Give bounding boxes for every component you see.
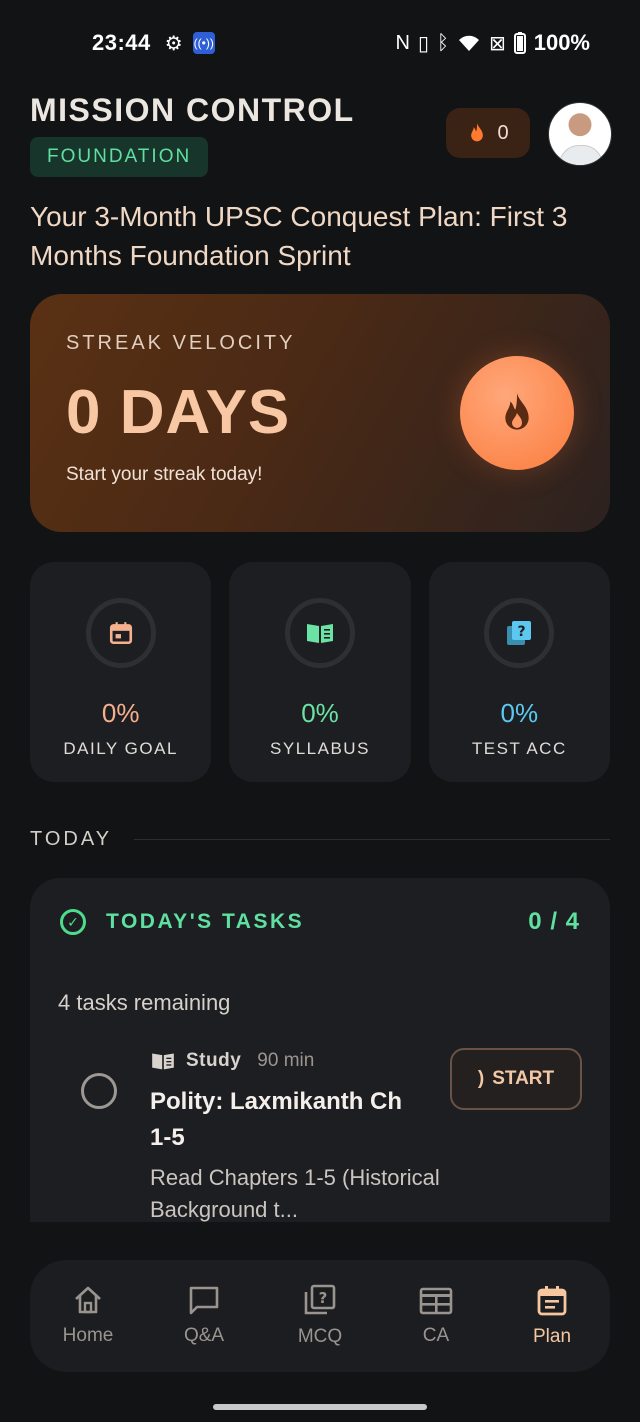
- gear-icon: ⚙: [164, 32, 183, 55]
- battery-percent: 100%: [533, 30, 590, 55]
- nfc-icon: N: [395, 31, 410, 54]
- nav-home[interactable]: Home: [30, 1285, 146, 1347]
- nav-qa[interactable]: Q&A: [146, 1285, 262, 1347]
- divider: [134, 839, 610, 840]
- home-icon: [75, 1286, 101, 1314]
- streak-chip[interactable]: 0: [446, 108, 530, 158]
- nav-label: CA: [422, 1325, 450, 1346]
- streak-count: 0: [497, 121, 509, 144]
- header: MISSION CONTROL FOUNDATION 0 Your 3-Mont…: [30, 92, 612, 275]
- quiz-icon: ?: [507, 621, 532, 645]
- data-off-icon: ⊠: [488, 32, 506, 55]
- fire-button[interactable]: [460, 356, 574, 470]
- bottom-nav: Home Q&A ? MCQ CA Plan: [30, 1260, 610, 1372]
- stat-label: DAILY GOAL: [63, 739, 178, 758]
- tasks-card: ✓ TODAY'S TASKS 0 / 4 4 tasks remaining …: [30, 878, 610, 1222]
- nav-plan[interactable]: Plan: [494, 1284, 610, 1348]
- book-icon: [152, 1053, 174, 1070]
- stat-ring: ?: [484, 598, 555, 668]
- nav-mcq[interactable]: ? MCQ: [262, 1284, 378, 1348]
- phase-badge: FOUNDATION: [30, 137, 209, 177]
- quiz-icon: ?: [304, 1284, 336, 1315]
- vibrate-icon: ▯: [417, 32, 429, 55]
- calendar-icon: [537, 1286, 567, 1316]
- task-name: Polity: Laxmikanth Ch 1-5: [150, 1088, 403, 1151]
- stat-value: 0%: [101, 698, 140, 728]
- start-task-button[interactable]: ) START: [450, 1048, 582, 1110]
- newspaper-icon: [419, 1287, 453, 1315]
- chat-icon: [189, 1286, 219, 1315]
- nav-label: MCQ: [297, 1326, 343, 1347]
- tasks-count: 0 / 4: [528, 908, 580, 935]
- section-label: TODAY: [30, 828, 113, 850]
- play-icon: ): [477, 1068, 485, 1089]
- gesture-home-bar[interactable]: [213, 1404, 427, 1410]
- task-meta: Study 90 min: [150, 1050, 314, 1072]
- check-circle-icon: ✓: [60, 909, 86, 935]
- stat-ring: [284, 598, 355, 668]
- stat-value: 0%: [500, 698, 539, 728]
- task-description: Read Chapters 1-5 (Historical Background…: [150, 1165, 440, 1222]
- nav-label: Plan: [532, 1326, 572, 1347]
- status-bar: 23:44 ⚙ ((•)) N ▯ ᛒ ⊠ 100%: [0, 0, 640, 86]
- avatar[interactable]: [548, 102, 612, 166]
- plan-title: Your 3-Month UPSC Conquest Plan: First 3…: [30, 201, 568, 271]
- tasks-header: ✓ TODAY'S TASKS 0 / 4: [60, 908, 580, 936]
- stat-label: SYLLABUS: [270, 739, 370, 758]
- broadcast-icon: ((•)): [192, 32, 215, 54]
- battery-icon: [513, 32, 526, 54]
- nav-label: Q&A: [183, 1325, 225, 1346]
- book-icon: [306, 624, 333, 643]
- start-label: START: [492, 1068, 555, 1089]
- task-duration: 90 min: [257, 1050, 315, 1071]
- clock: 23:44: [92, 30, 151, 55]
- stat-test-accuracy[interactable]: ? 0% TEST ACC: [428, 562, 610, 782]
- calendar-icon: [109, 622, 132, 645]
- nav-ca[interactable]: CA: [378, 1285, 494, 1347]
- flame-icon: [505, 393, 529, 430]
- bluetooth-icon: ᛒ: [436, 31, 449, 54]
- stats-row: 0% DAILY GOAL 0% SYLLABUS ? 0% TEST ACC: [30, 562, 610, 782]
- status-icons: N ▯ ᛒ ⊠ 100%: [395, 30, 590, 56]
- tasks-remaining: 4 tasks remaining: [58, 990, 231, 1015]
- flame-icon: [471, 123, 484, 142]
- stat-label: TEST ACC: [471, 739, 567, 758]
- wifi-icon: [458, 35, 479, 51]
- streak-label: STREAK VELOCITY: [66, 332, 296, 354]
- streak-subtitle: Start your streak today!: [66, 464, 263, 485]
- task-complete-toggle[interactable]: [81, 1073, 117, 1109]
- nav-label: Home: [62, 1325, 114, 1346]
- streak-card: STREAK VELOCITY 0 DAYS Start your streak…: [30, 294, 610, 532]
- svg-text:?: ?: [319, 1289, 328, 1307]
- stat-ring: [85, 598, 156, 668]
- tasks-title: TODAY'S TASKS: [106, 910, 305, 933]
- stat-syllabus[interactable]: 0% SYLLABUS: [229, 562, 411, 782]
- svg-text:?: ?: [518, 624, 526, 640]
- stat-daily-goal[interactable]: 0% DAILY GOAL: [30, 562, 212, 782]
- task-type: Study: [186, 1050, 242, 1071]
- today-section-header: TODAY: [30, 828, 610, 851]
- stat-value: 0%: [301, 698, 339, 728]
